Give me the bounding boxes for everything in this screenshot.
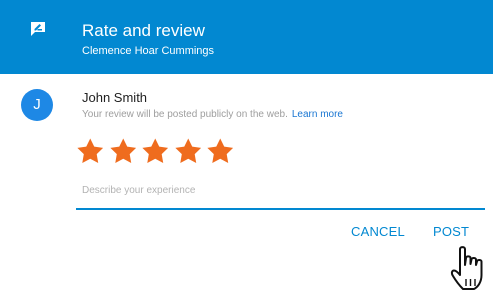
dialog-header: Rate and review Clemence Hoar Cummings — [0, 0, 493, 74]
notice-text: Your review will be posted publicly on t… — [82, 109, 288, 120]
public-posting-notice: Your review will be posted publicly on t… — [82, 109, 343, 121]
star-icon — [142, 138, 169, 163]
place-name: Clemence Hoar Cummings — [82, 45, 215, 57]
star-1[interactable] — [74, 134, 107, 170]
review-input-underline — [76, 208, 485, 210]
cancel-button[interactable]: CANCEL — [351, 224, 405, 240]
star-icon — [77, 138, 104, 163]
review-text-input[interactable] — [82, 183, 472, 197]
learn-more-link[interactable]: Learn more — [292, 109, 343, 120]
star-icon — [207, 138, 234, 163]
dialog-title: Rate and review — [82, 21, 205, 40]
avatar: J — [21, 89, 53, 121]
star-3[interactable] — [139, 134, 172, 170]
star-icon — [174, 138, 201, 163]
star-5[interactable] — [204, 134, 237, 170]
star-rating — [74, 134, 237, 170]
star-icon — [109, 138, 136, 163]
rate-review-icon — [31, 22, 45, 36]
star-2[interactable] — [107, 134, 140, 170]
star-4[interactable] — [172, 134, 205, 170]
user-name: John Smith — [82, 90, 148, 105]
hand-pointer-cursor-icon — [450, 246, 483, 290]
post-button[interactable]: POST — [433, 224, 469, 240]
